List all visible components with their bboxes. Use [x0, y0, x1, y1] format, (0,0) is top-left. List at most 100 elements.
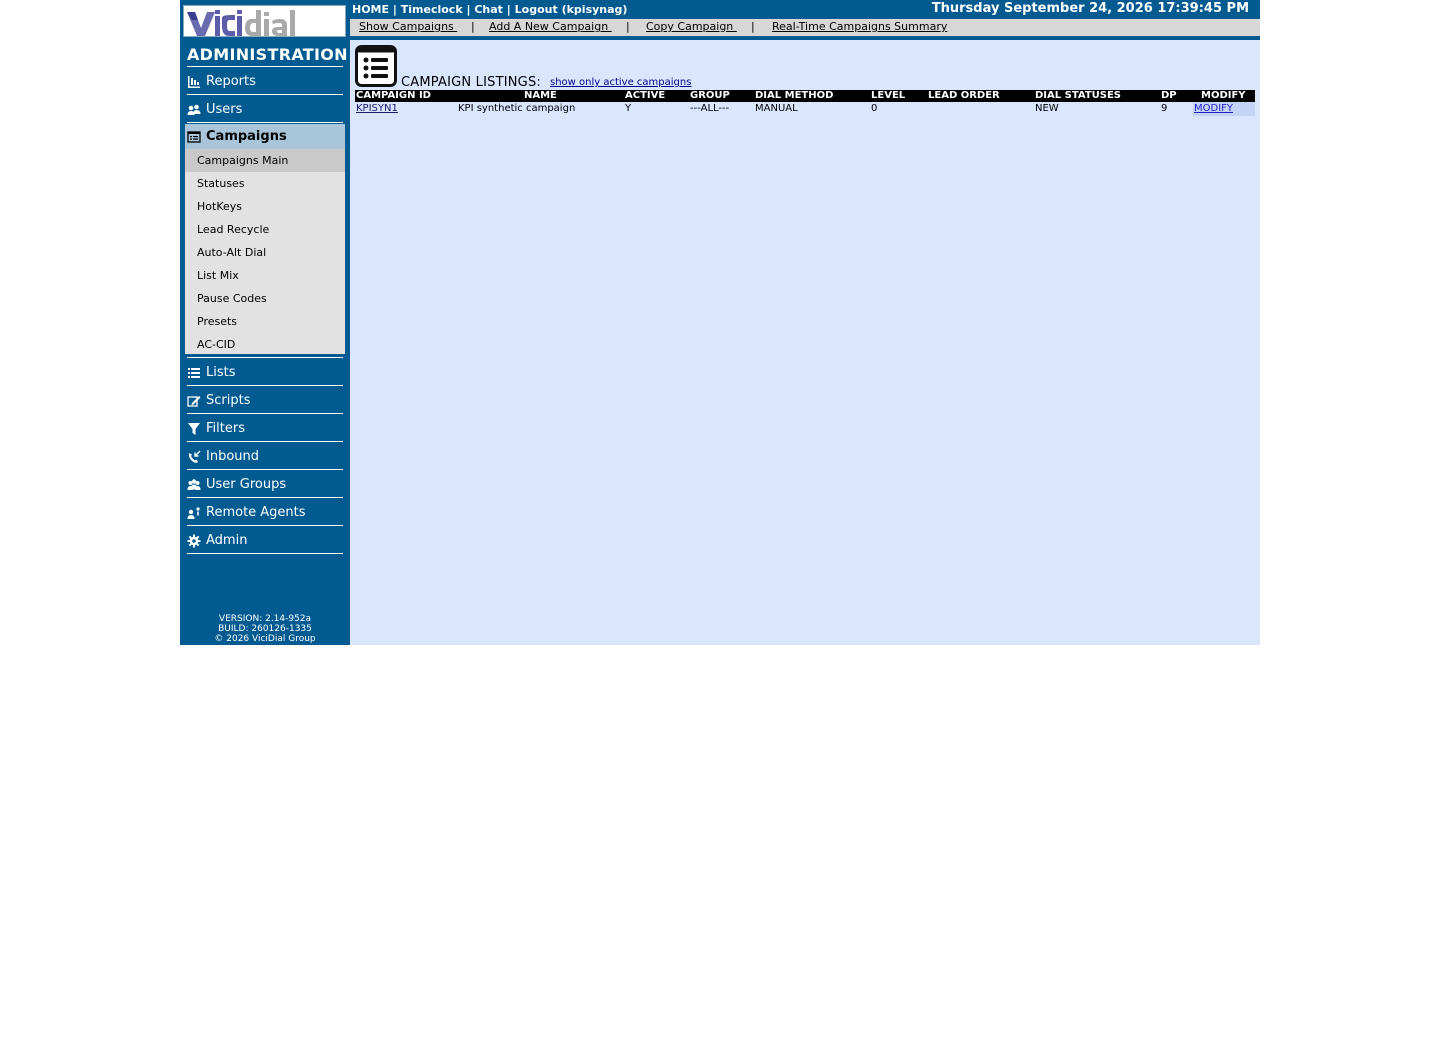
copyright-line: © 2026 ViciDial Group [214, 634, 316, 644]
subnav-separator: | [751, 20, 755, 33]
current-datetime: Thursday September 24, 2026 17:39:45 PM [931, 1, 1249, 16]
lists-icon [187, 366, 201, 380]
show-active-campaigns-link[interactable]: show only active campaigns [550, 77, 691, 88]
table-header-row: CAMPAIGN ID NAME ACTIVE GROUP DIAL METHO… [355, 90, 1255, 102]
submenu-presets[interactable]: Presets [185, 310, 345, 333]
top-separator: | [392, 3, 397, 16]
sidebar: ADMINISTRATION Reports Users Campaigns C… [180, 0, 350, 645]
col-dial-method[interactable]: DIAL METHOD [755, 90, 833, 102]
subnav-separator: | [626, 20, 630, 33]
logout-link[interactable]: Logout (kpisynag) [515, 3, 628, 16]
col-dp[interactable]: DP [1161, 90, 1177, 102]
sidebar-item-label: Users [206, 102, 243, 117]
scripts-icon [187, 394, 201, 408]
sidebar-divider [187, 525, 343, 526]
sidebar-item-inbound[interactable]: Inbound [187, 443, 343, 470]
sidebar-divider [187, 385, 343, 386]
reports-icon [187, 75, 201, 89]
col-campaign-id[interactable]: CAMPAIGN ID [356, 90, 431, 102]
submenu-ac-cid[interactable]: AC-CID [185, 333, 345, 356]
sidebar-divider [187, 469, 343, 470]
top-bar: HOME | Timeclock | Chat | Logout (kpisyn… [350, 0, 1260, 19]
cell-level: 0 [871, 103, 878, 114]
submenu-auto-alt-dial[interactable]: Auto-Alt Dial [185, 241, 345, 264]
sidebar-item-user-groups[interactable]: User Groups [187, 471, 343, 498]
sidebar-item-label: Inbound [206, 449, 260, 464]
col-lead-order[interactable]: LEAD ORDER [928, 90, 1000, 102]
sidebar-item-reports[interactable]: Reports [187, 68, 343, 95]
timeclock-link[interactable]: Timeclock [401, 3, 463, 16]
sidebar-divider [187, 122, 343, 123]
campaigns-submenu: Campaigns Main Statuses HotKeys Lead Rec… [185, 149, 345, 354]
top-links: HOME | Timeclock | Chat | Logout (kpisyn… [352, 3, 627, 16]
cell-dial-method: MANUAL [755, 103, 798, 114]
filter-icon [187, 422, 201, 436]
sidebar-item-admin[interactable]: Admin [187, 527, 343, 554]
sidebar-item-users[interactable]: Users [187, 96, 343, 123]
inbound-icon [187, 450, 201, 464]
copy-campaign-link[interactable]: Copy Campaign [646, 20, 737, 33]
version-line: VERSION: 2.14-952a [218, 614, 312, 624]
col-level[interactable]: LEVEL [871, 90, 905, 102]
col-name[interactable]: NAME [524, 90, 557, 102]
top-separator: | [466, 3, 471, 16]
vicidial-admin-app: ADMINISTRATION Reports Users Campaigns C… [180, 0, 1260, 645]
sidebar-item-filters[interactable]: Filters [187, 415, 343, 442]
cell-active: Y [625, 103, 632, 114]
home-link[interactable]: HOME [352, 3, 389, 16]
administration-heading: ADMINISTRATION [187, 45, 348, 64]
col-group[interactable]: GROUP [690, 90, 730, 102]
sidebar-item-lists[interactable]: Lists [187, 359, 343, 386]
sidebar-item-label: Filters [206, 421, 245, 436]
page-title: CAMPAIGN LISTINGS: [401, 75, 541, 90]
sidebar-divider [187, 413, 343, 414]
campaign-id-link[interactable]: KPISYN1 [356, 102, 398, 116]
realtime-summary-link[interactable]: Real-Time Campaigns Summary [772, 20, 947, 33]
vicidial-logo[interactable] [183, 5, 346, 37]
sidebar-item-label: Campaigns [206, 129, 287, 144]
campaign-subnav: Show Campaigns | Add A New Campaign | Co… [350, 19, 1260, 36]
cell-dial-statuses: NEW [1035, 103, 1059, 114]
users-icon [187, 103, 201, 117]
build-line: BUILD: 260126-1335 [218, 624, 312, 634]
sidebar-divider [187, 94, 343, 95]
add-campaign-link[interactable]: Add A New Campaign [489, 20, 612, 33]
cell-group: ---ALL--- [690, 103, 730, 114]
submenu-lead-recycle[interactable]: Lead Recycle [185, 218, 345, 241]
campaign-list-icon [355, 45, 397, 87]
modify-link[interactable]: MODIFY [1194, 102, 1233, 116]
submenu-list-mix[interactable]: List Mix [185, 264, 345, 287]
col-modify: MODIFY [1201, 90, 1246, 101]
col-dial-statuses[interactable]: DIAL STATUSES [1035, 90, 1121, 102]
sidebar-item-label: Remote Agents [206, 505, 306, 520]
submenu-pause-codes[interactable]: Pause Codes [185, 287, 345, 310]
remote-agents-icon [187, 506, 201, 520]
subnav-separator: | [471, 20, 475, 33]
submenu-campaigns-main[interactable]: Campaigns Main [185, 149, 345, 172]
sidebar-divider [187, 553, 343, 554]
sidebar-divider [187, 357, 343, 358]
gear-icon [187, 534, 201, 548]
sidebar-item-label: Scripts [206, 393, 251, 408]
sidebar-item-label: Lists [206, 365, 236, 380]
user-groups-icon [187, 478, 201, 492]
sidebar-divider [187, 441, 343, 442]
submenu-hotkeys[interactable]: HotKeys [185, 195, 345, 218]
sidebar-item-campaigns[interactable]: Campaigns [185, 124, 345, 149]
table-row: KPISYN1 KPI synthetic campaign Y ---ALL-… [355, 102, 1255, 116]
sidebar-item-label: Admin [206, 533, 248, 548]
sidebar-item-label: User Groups [206, 477, 287, 492]
cell-dp: 9 [1161, 103, 1168, 114]
submenu-statuses[interactable]: Statuses [185, 172, 345, 195]
sidebar-divider [187, 497, 343, 498]
sidebar-item-scripts[interactable]: Scripts [187, 387, 343, 414]
version-info: VERSION: 2.14-952a BUILD: 260126-1335 © … [180, 614, 350, 644]
campaigns-icon [187, 130, 201, 144]
top-separator: | [506, 3, 511, 16]
col-active[interactable]: ACTIVE [625, 90, 665, 102]
cell-name: KPI synthetic campaign [458, 103, 576, 114]
main-content: CAMPAIGN LISTINGS: show only active camp… [350, 40, 1260, 645]
sidebar-item-remote-agents[interactable]: Remote Agents [187, 499, 343, 526]
show-campaigns-link[interactable]: Show Campaigns [359, 20, 457, 33]
chat-link[interactable]: Chat [474, 3, 503, 16]
